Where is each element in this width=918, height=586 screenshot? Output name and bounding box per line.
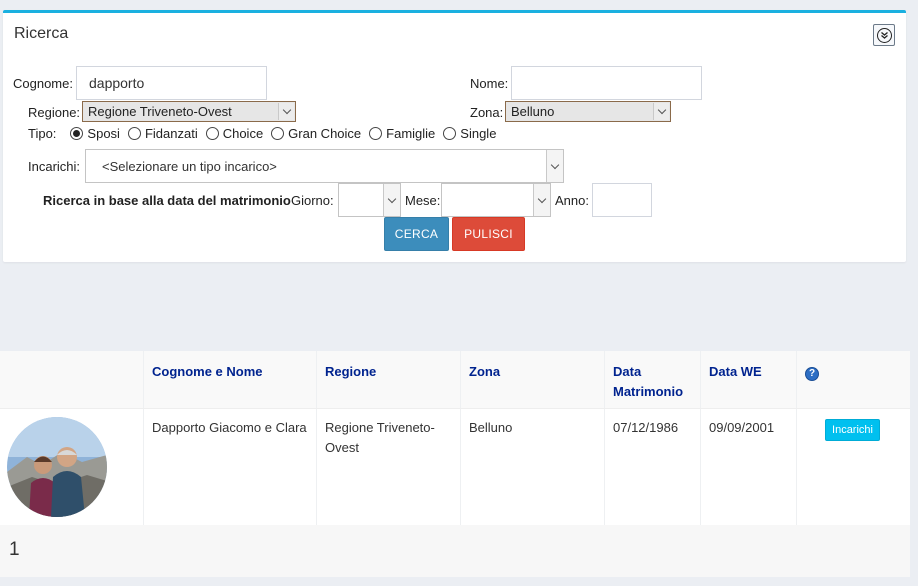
radio-choice[interactable]: Choice <box>205 126 264 141</box>
header-data-matrimonio[interactable]: Data Matrimonio <box>604 351 700 408</box>
cognome-input[interactable]: dapporto <box>76 66 267 100</box>
collapse-button[interactable] <box>873 24 895 46</box>
pagination: 1 <box>0 525 910 577</box>
cell-zona: Belluno <box>460 409 604 525</box>
giorno-select[interactable] <box>338 183 401 217</box>
table-header: Cognome e Nome Regione Zona Data Matrimo… <box>0 351 910 409</box>
regione-label: Regione: <box>28 105 81 120</box>
regione-select[interactable]: Regione Triveneto-Ovest <box>82 101 296 122</box>
radio-label: Fidanzati <box>144 126 198 141</box>
cell-regione: Regione Triveneto-Ovest <box>316 409 460 525</box>
anno-label: Anno: <box>555 193 589 208</box>
chevron-down-icon <box>278 103 294 120</box>
zona-label: Zona: <box>470 105 504 120</box>
radio-label: Choice <box>222 126 264 141</box>
incarichi-label: Incarichi: <box>28 159 81 174</box>
radio-button[interactable] <box>369 127 383 140</box>
anno-input[interactable] <box>592 183 652 217</box>
radio-button[interactable] <box>205 127 219 140</box>
header-regione[interactable]: Regione <box>316 351 460 408</box>
pulisci-button[interactable]: PULISCI <box>452 217 525 251</box>
help-icon[interactable]: ? <box>805 367 819 381</box>
radio-button[interactable] <box>443 127 457 140</box>
page-number[interactable]: 1 <box>9 539 20 561</box>
header-zona[interactable]: Zona <box>460 351 604 408</box>
avatar <box>7 417 107 517</box>
data-matrimonio-label: Ricerca in base alla data del matrimonio <box>43 193 291 208</box>
radio-button[interactable] <box>127 127 141 140</box>
radio-label: Single <box>460 126 497 141</box>
incarichi-button[interactable]: Incarichi <box>825 419 880 441</box>
radio-label: Gran Choice <box>288 126 362 141</box>
cell-nome: Dapporto Giacomo e Clara <box>143 409 316 525</box>
chevron-down-icon <box>383 184 400 216</box>
nome-label: Nome: <box>470 76 509 91</box>
chevron-down-icon <box>546 150 563 182</box>
radio-single[interactable]: Single <box>443 126 496 141</box>
cerca-button[interactable]: CERCA <box>384 217 449 251</box>
header-help: ? <box>796 351 910 408</box>
radio-label: Sposi <box>87 126 120 141</box>
radio-gran-choice[interactable]: Gran Choice <box>271 126 361 141</box>
zona-select[interactable]: Belluno <box>505 101 671 122</box>
tipo-label: Tipo: <box>28 126 57 141</box>
incarichi-select[interactable]: <Selezionare un tipo incarico> <box>85 149 564 183</box>
cell-photo <box>0 409 143 525</box>
radio-button-checked[interactable] <box>70 127 84 140</box>
mese-label: Mese: <box>405 193 441 208</box>
radio-famiglie[interactable]: Famiglie <box>369 126 435 141</box>
cognome-label: Cognome: <box>13 76 73 91</box>
header-nome[interactable]: Cognome e Nome <box>143 351 316 408</box>
incarichi-value: <Selezionare un tipo incarico> <box>102 158 277 174</box>
nome-input[interactable] <box>511 66 702 100</box>
cognome-value: dapporto <box>89 75 145 91</box>
radio-button[interactable] <box>271 127 285 140</box>
tipo-radio-group: Tipo: Sposi Fidanzati Choice Gran Choice… <box>28 126 504 141</box>
regione-value: Regione Triveneto-Ovest <box>88 104 232 119</box>
table-row: Dapporto Giacomo e Clara Regione Trivene… <box>0 409 910 525</box>
radio-fidanzati[interactable]: Fidanzati <box>127 126 198 141</box>
radio-sposi[interactable]: Sposi <box>70 126 120 141</box>
mese-select[interactable] <box>441 183 551 217</box>
double-chevron-down-icon <box>876 27 892 43</box>
results-table: Cognome e Nome Regione Zona Data Matrimo… <box>0 351 910 577</box>
cell-data-matrimonio: 07/12/1986 <box>604 409 700 525</box>
radio-label: Famiglie <box>386 126 436 141</box>
chevron-down-icon <box>653 103 669 120</box>
chevron-down-icon <box>533 184 550 216</box>
cell-data-we: 09/09/2001 <box>700 409 796 525</box>
giorno-label: Giorno: <box>291 193 334 208</box>
header-data-we[interactable]: Data WE <box>700 351 796 408</box>
header-photo <box>0 351 143 408</box>
panel-title: Ricerca <box>14 25 69 42</box>
zona-value: Belluno <box>511 104 555 119</box>
